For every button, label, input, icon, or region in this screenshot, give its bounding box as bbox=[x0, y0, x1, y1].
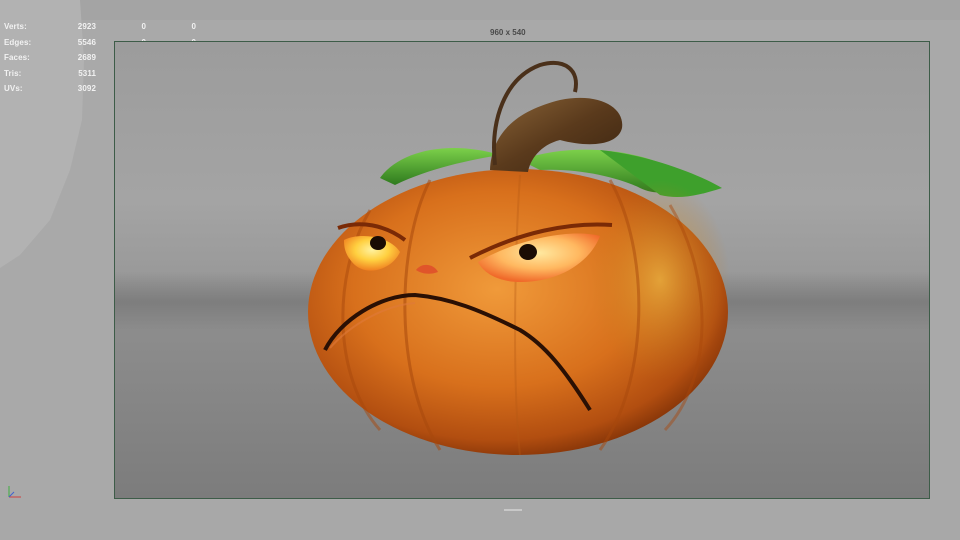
3d-viewport[interactable]: Verts: 2923 0 0 Edges: 5546 0 0 Faces: 2… bbox=[0, 0, 960, 540]
axis-gizmo-icon bbox=[8, 486, 21, 498]
pumpkin-body bbox=[308, 169, 730, 456]
viewport-bottom-strip bbox=[0, 500, 960, 540]
timeline-marker bbox=[504, 509, 522, 511]
pumpkin-model[interactable] bbox=[0, 0, 960, 540]
